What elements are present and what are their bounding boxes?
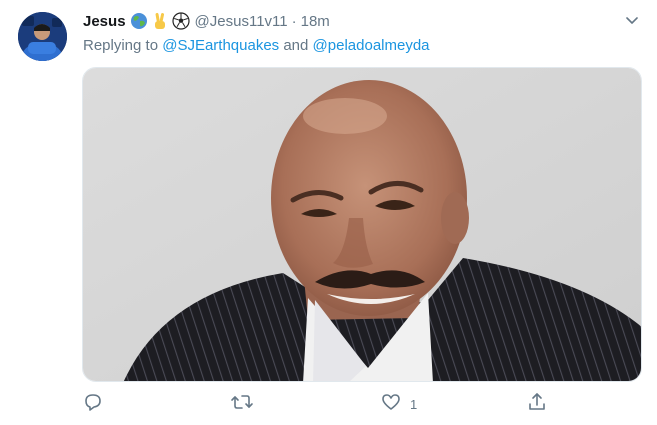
tweet-media-photo[interactable] <box>82 67 642 382</box>
retweet-button[interactable] <box>230 393 254 415</box>
portrait-photo <box>83 68 641 381</box>
chevron-down-icon[interactable] <box>623 11 641 29</box>
avatar-image <box>18 12 67 61</box>
reply-icon <box>82 391 104 418</box>
reply-button[interactable] <box>82 393 104 415</box>
mention-conjunction: and <box>283 37 309 54</box>
victory-hand-icon <box>152 12 168 30</box>
globe-icon <box>130 12 148 30</box>
author-handle[interactable]: @Jesus11v11 <box>195 13 288 30</box>
share-button[interactable] <box>526 391 548 418</box>
separator-dot: · <box>291 12 297 30</box>
mention-link-sjearthquakes[interactable]: @SJEarthquakes <box>162 37 279 54</box>
tweet-actions: 1 <box>82 391 642 418</box>
share-icon <box>526 391 548 418</box>
tweet-header: Jesus @Jesus11v11 · 18m <box>83 11 330 31</box>
like-count: 1 <box>410 396 418 412</box>
soccer-ball-icon <box>171 12 190 30</box>
avatar[interactable] <box>18 12 67 61</box>
retweet-icon <box>230 391 254 418</box>
heart-icon <box>380 391 402 418</box>
like-button[interactable]: 1 <box>380 393 417 415</box>
replying-to-label: Replying to <box>83 37 159 54</box>
tweet-timestamp[interactable]: 18m <box>301 13 330 30</box>
replying-to-line: Replying to @SJEarthquakes and @peladoal… <box>83 37 430 54</box>
author-name[interactable]: Jesus <box>83 13 126 30</box>
mention-link-peladoalmeyda[interactable]: @peladoalmeyda <box>313 37 430 54</box>
